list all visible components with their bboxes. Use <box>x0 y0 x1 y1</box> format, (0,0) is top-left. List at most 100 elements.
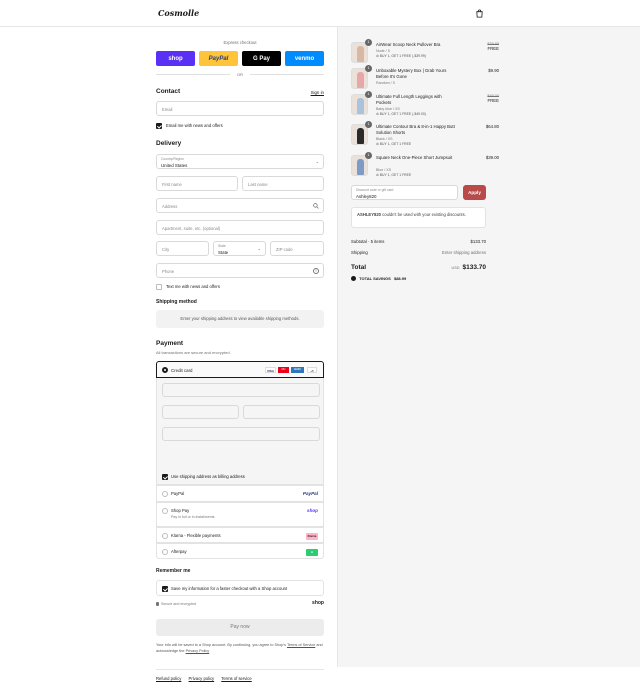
shipping-label: Shipping <box>351 250 368 255</box>
discount-field[interactable]: Discount code or gift card Ashley820 <box>351 185 458 200</box>
card-number-field[interactable] <box>162 383 320 397</box>
more-cards-badge: +5 <box>307 367 317 373</box>
sign-in-link[interactable]: Sign in <box>311 90 324 95</box>
product-deal-text: BUY 1, GET 1 FREE (-$39.99) <box>379 54 426 58</box>
refund-policy-link[interactable]: Refund policy <box>156 676 181 681</box>
tag-icon <box>351 276 356 282</box>
total-value: $133.70 <box>462 264 487 271</box>
payment-radio[interactable] <box>162 508 168 514</box>
cart-item: 1 AirWear Scoop Neck Pullover Bra Nude / S… <box>351 39 499 66</box>
visa-icon: VISA <box>265 367 276 373</box>
shopping-bag-icon[interactable] <box>475 9 484 18</box>
payment-radio[interactable] <box>162 491 168 497</box>
product-name: Ultimate Full Length Leggings with Pocke… <box>376 94 442 105</box>
legal-intro: Your info will be saved to a Shop accoun… <box>156 643 286 647</box>
privacy-policy-link[interactable]: Privacy policy <box>189 676 215 681</box>
first-name-field[interactable]: First name <box>156 176 238 191</box>
express-paypal-button[interactable]: PayPal <box>199 51 238 66</box>
last-name-field[interactable]: Last name <box>242 176 324 191</box>
quantity-badge: 1 <box>365 91 372 98</box>
amex-icon: AMEX <box>291 367 304 373</box>
payment-option-label: Shop Pay <box>171 508 190 513</box>
help-icon[interactable]: ? <box>313 268 319 274</box>
state-select[interactable]: State State ⌄ <box>213 241 266 256</box>
mastercard-icon: MC <box>278 367 289 373</box>
text-checkbox[interactable] <box>156 284 162 290</box>
payment-option-klarna[interactable]: Klarna - Flexible payments Klarna <box>156 527 324 543</box>
billing-checkbox[interactable] <box>162 474 168 480</box>
lock-icon <box>156 602 159 607</box>
cvc-field[interactable] <box>243 405 320 419</box>
product-price: $49.00 FREE <box>459 94 499 103</box>
product-name: Square Neck One-Piece Short Jumpsuit <box>376 155 453 160</box>
product-deal-text: BUY 1, GET 1 FREE (-$49.00) <box>379 112 426 116</box>
card-name-field[interactable] <box>162 427 320 441</box>
product-deal: ⊘ BUY 1, GET 1 FREE (-$49.00) <box>376 112 426 116</box>
express-shop-button[interactable]: shop <box>156 51 195 66</box>
subtotal-row: Subtotal · 5 items $133.70 <box>351 239 486 244</box>
country-select[interactable]: Country/Region United States ⌄ <box>156 154 324 169</box>
payment-radio[interactable] <box>162 549 168 555</box>
product-price: $39.00 <box>459 155 499 160</box>
contact-title: Contact <box>156 88 181 95</box>
last-name-placeholder: Last name <box>248 182 268 187</box>
news-checkbox[interactable] <box>156 123 162 129</box>
save-info-checkbox[interactable] <box>162 586 168 592</box>
product-deal: ⊘ BUY 1, GET 1 FREE (-$39.99) <box>376 54 426 58</box>
currency: USD <box>451 266 460 270</box>
quantity-badge: 1 <box>365 121 372 128</box>
quantity-badge: 1 <box>365 152 372 159</box>
search-icon <box>313 203 319 209</box>
product-image <box>357 159 364 175</box>
apartment-field[interactable]: Apartment, suite, etc. (optional) <box>156 220 324 235</box>
cart-item: 1 Unboxable Mystery Box | Grab Yours Befo… <box>351 65 499 92</box>
address-field[interactable]: Address <box>156 198 324 213</box>
credit-card-option[interactable]: Credit card VISA MC AMEX +5 <box>156 361 324 378</box>
express-venmo-button[interactable]: venmo <box>285 51 324 66</box>
subtotal-label: Subtotal · 5 items <box>351 239 385 244</box>
store-logo[interactable]: Cosmolle <box>158 8 199 18</box>
apply-button[interactable]: Apply <box>463 185 486 200</box>
email-field[interactable]: Email <box>156 101 324 116</box>
pay-now-button[interactable]: Pay now <box>156 619 324 636</box>
terms-link[interactable]: Terms of Service <box>287 643 315 647</box>
first-name-placeholder: First name <box>162 182 182 187</box>
city-field[interactable]: City <box>156 241 209 256</box>
payment-option-label: PayPal <box>171 491 185 496</box>
phone-field[interactable]: Phone ? <box>156 263 324 278</box>
paypal-logo-icon: PayPal <box>302 491 318 496</box>
payment-option-afterpay[interactable]: Afterpay A <box>156 543 324 559</box>
privacy-link[interactable]: Privacy Policy <box>186 649 210 653</box>
credit-card-radio[interactable] <box>162 367 168 373</box>
country-label: Country/Region <box>161 157 184 161</box>
payment-option-label: Klarna - Flexible payments <box>171 533 221 538</box>
product-image <box>357 72 364 88</box>
city-placeholder: City <box>162 247 170 252</box>
express-checkout-label: Express checkout <box>223 40 257 45</box>
shop-logo-icon: shop <box>307 508 318 513</box>
product-variant: Nude / S <box>376 49 390 53</box>
delivery-title: Delivery <box>156 140 182 147</box>
shipping-method-title: Shipping method <box>156 299 197 305</box>
afterpay-logo-icon: A <box>306 549 318 556</box>
discount-value: Ashley820 <box>356 193 377 199</box>
apartment-placeholder: Apartment, suite, etc. (optional) <box>162 226 221 231</box>
express-g-pay-button[interactable]: G Pay <box>242 51 281 66</box>
payment-radio[interactable] <box>162 533 168 539</box>
product-deal-text: BUY 1, GET 1 FREE <box>379 142 412 146</box>
shipping-info: Enter your shipping address to view avai… <box>156 310 324 328</box>
payment-title: Payment <box>156 340 184 347</box>
product-deal: ⊘ BUY 1, GET 1 FREE <box>376 142 411 146</box>
payment-option-shop[interactable]: Shop Pay Pay in full or in installments sh… <box>156 502 324 527</box>
subtotal-value: $133.70 <box>470 239 486 244</box>
expiry-field[interactable] <box>162 405 239 419</box>
zip-field[interactable]: ZIP code <box>270 241 324 256</box>
legal-text: Your info will be saved to a Shop accoun… <box>156 642 324 654</box>
product-variant: Baby blue / XS <box>376 107 400 111</box>
shipping-row: Shipping Enter shipping address <box>351 250 486 255</box>
terms-of-service-link[interactable]: Terms of service <box>221 676 251 681</box>
payment-option-paypal[interactable]: PayPal PayPal <box>156 485 324 502</box>
payment-option-sub: Pay in full or in installments <box>171 515 215 519</box>
savings-label: TOTAL SAVINGS <box>359 276 391 281</box>
or-divider: OR <box>156 72 324 77</box>
